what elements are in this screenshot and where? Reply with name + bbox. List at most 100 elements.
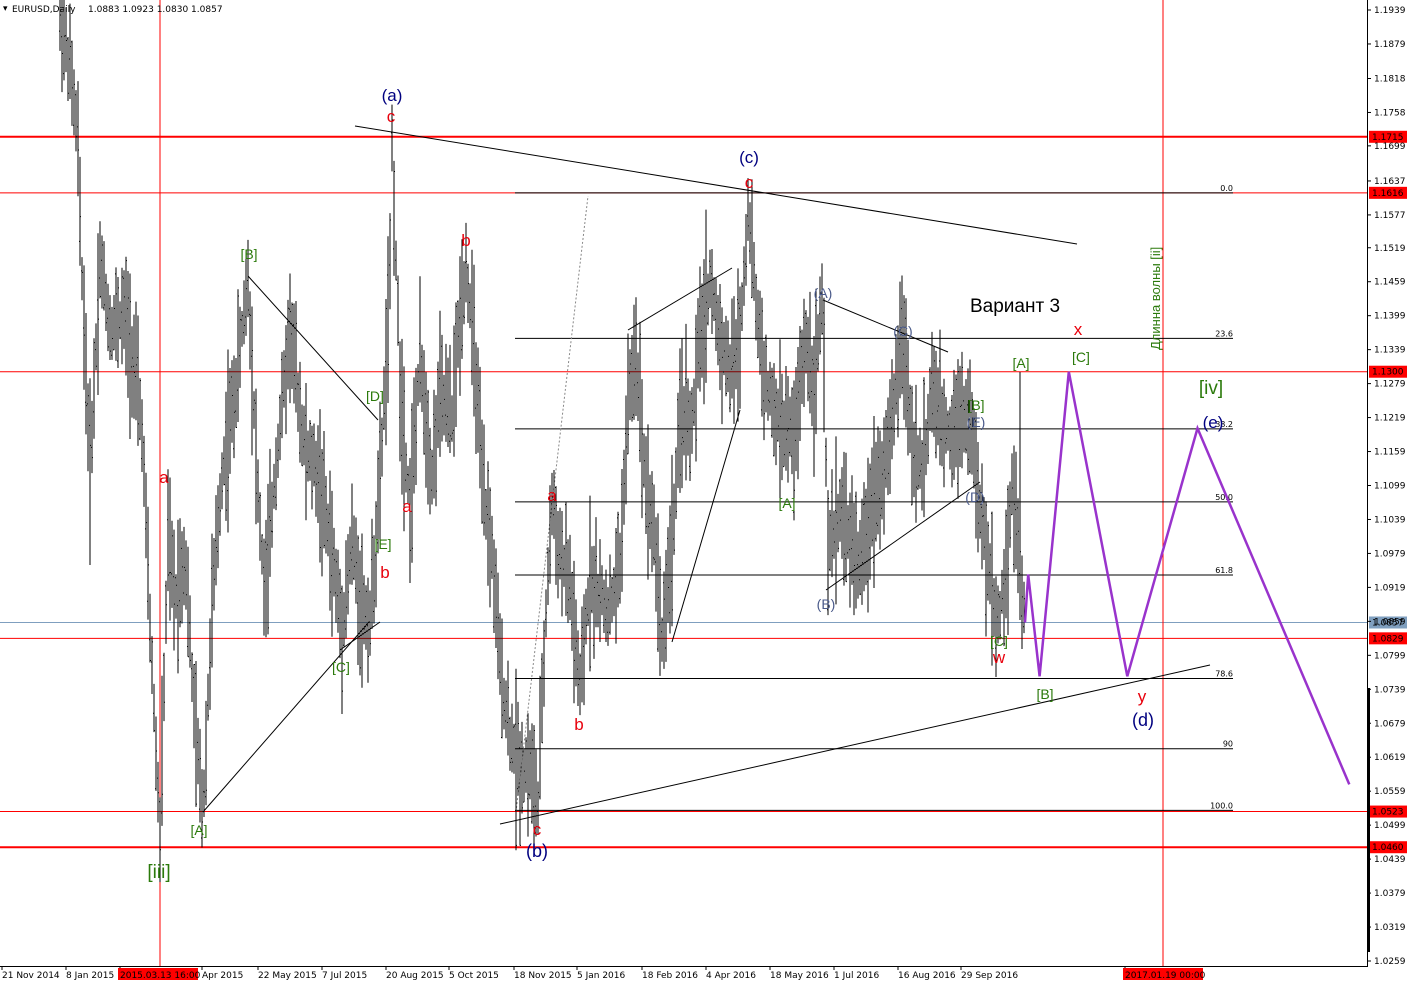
fib-label: 61.8 — [1215, 566, 1233, 575]
y-tick-label: 1.0799 — [1374, 651, 1406, 661]
x-tick-label: 8 Jan 2015 — [66, 971, 114, 981]
wave-label: w — [992, 648, 1006, 667]
x-tick-label: 18 Nov 2015 — [514, 971, 572, 981]
y-tick-label: 1.0979 — [1374, 549, 1406, 559]
fib-label: 0.0 — [1220, 184, 1233, 193]
wave-label: x — [1074, 320, 1083, 339]
price-chart[interactable]: 1.17151.16161.13001.08571.08291.05231.04… — [0, 0, 1409, 986]
wave-label: c — [533, 820, 542, 839]
wave-label: (d) — [1132, 710, 1154, 730]
y-tick-label: 1.0259 — [1374, 957, 1406, 967]
wave-length-label: Длинна волны [ii] — [1148, 247, 1163, 350]
y-tick-label: 1.0859 — [1374, 617, 1406, 627]
wave-label: [iv] — [1199, 378, 1223, 399]
wave-label: c — [387, 107, 396, 126]
variant-label: Вариант 3 — [970, 296, 1060, 317]
wave-label: [E] — [374, 536, 391, 552]
x-tick-label: 18 May 2016 — [770, 971, 829, 981]
wave-label: (E) — [967, 414, 986, 430]
wave-label: (b) — [526, 841, 548, 861]
fib-label: 50.0 — [1215, 493, 1233, 502]
y-tick-label: 1.1519 — [1374, 244, 1406, 254]
y-tick-label: 1.1939 — [1374, 6, 1406, 16]
x-tick-label: 4 Apr 2016 — [706, 971, 756, 981]
level-tag-label: 1.0460 — [1372, 843, 1404, 853]
y-tick-label: 1.1637 — [1374, 177, 1406, 187]
x-tick-label: Apr 2015 — [202, 971, 243, 981]
wave-label: (A) — [814, 285, 833, 301]
wave-label: (c) — [739, 148, 759, 167]
symbol-dropdown-icon[interactable]: ▾ — [3, 4, 8, 14]
fib-label: 23.6 — [1215, 329, 1233, 338]
wave-label: y — [1138, 687, 1147, 706]
wave-label: a — [547, 486, 557, 505]
x-tick-label: 21 Nov 2014 — [2, 971, 60, 981]
y-tick-label: 1.1219 — [1374, 414, 1406, 424]
x-tick-label: 5 Oct 2015 — [449, 971, 499, 981]
y-tick-label: 1.1039 — [1374, 515, 1406, 525]
y-tick-label: 1.1577 — [1374, 211, 1406, 221]
x-tick-label: 7 Jul 2015 — [322, 971, 367, 981]
y-tick-label: 1.0919 — [1374, 583, 1406, 593]
wave-label: [iii] — [147, 862, 170, 883]
wave-label: [C] — [1072, 349, 1090, 365]
x-tick-label: 18 Feb 2016 — [642, 971, 698, 981]
x-tick-label: 2017.01.19 00:00 — [1125, 971, 1206, 981]
wave-label: [A] — [190, 822, 207, 838]
wave-label: a — [159, 468, 169, 487]
y-tick-label: 1.1279 — [1374, 380, 1406, 390]
y-tick-label: 1.0679 — [1374, 719, 1406, 729]
y-tick-label: 1.1818 — [1374, 74, 1406, 84]
x-tick-label: 16 Aug 2016 — [898, 971, 956, 981]
y-tick-label: 1.1099 — [1374, 482, 1406, 492]
fib-label: 90 — [1223, 740, 1233, 749]
y-tick-label: 1.1459 — [1374, 278, 1406, 288]
wave-label: a — [402, 497, 412, 516]
level-tag-label: 1.1300 — [1372, 368, 1404, 378]
chart-background — [0, 0, 1409, 986]
wave-label: c — [745, 173, 754, 192]
x-tick-label: 1 Jul 2016 — [834, 971, 879, 981]
y-tick-label: 1.0319 — [1374, 923, 1406, 933]
y-tick-label: 1.1399 — [1374, 312, 1406, 322]
level-tag-label: 1.1616 — [1372, 189, 1404, 199]
wave-label: [B] — [967, 397, 984, 413]
wave-label: b — [380, 563, 389, 582]
x-tick-label: 22 May 2015 — [258, 971, 317, 981]
symbol-title: EURUSD,Daily — [12, 5, 76, 15]
level-tag-label: 1.0829 — [1372, 634, 1404, 644]
wave-label: (D) — [965, 489, 984, 505]
wave-label: b — [461, 231, 470, 250]
x-tick-label: 29 Sep 2016 — [961, 971, 1018, 981]
y-tick-label: 1.1339 — [1374, 346, 1406, 356]
x-tick-label: 2015.03.13 16:00 — [120, 971, 201, 981]
fib-label: 100.0 — [1210, 801, 1233, 810]
wave-label: [A] — [778, 495, 795, 511]
y-tick-label: 1.1159 — [1374, 448, 1406, 458]
wave-label: [A] — [1012, 355, 1029, 371]
y-tick-label: 1.0379 — [1374, 889, 1406, 899]
wave-label: [D] — [366, 388, 384, 404]
x-tick-label: 20 Aug 2015 — [386, 971, 444, 981]
y-tick-label: 1.1699 — [1374, 142, 1406, 152]
wave-label: (e) — [1203, 413, 1224, 432]
wave-label: [B] — [240, 246, 257, 262]
y-tick-label: 1.0499 — [1374, 821, 1406, 831]
level-tag-label: 1.0523 — [1372, 808, 1404, 818]
wave-label: [C] — [990, 633, 1008, 649]
y-tick-label: 1.0439 — [1374, 855, 1406, 865]
wave-label: [C] — [332, 659, 350, 675]
fib-label: 78.6 — [1215, 670, 1233, 679]
wave-label: (C) — [893, 323, 912, 339]
ohlc-values: 1.0883 1.0923 1.0830 1.0857 — [88, 5, 223, 15]
y-tick-label: 1.0559 — [1374, 787, 1406, 797]
wave-label: b — [574, 715, 583, 734]
wave-label: (B) — [817, 596, 836, 612]
y-tick-label: 1.0619 — [1374, 753, 1406, 763]
y-tick-label: 1.1758 — [1374, 108, 1406, 118]
y-tick-label: 1.0739 — [1374, 685, 1406, 695]
y-tick-label: 1.1879 — [1374, 40, 1406, 50]
wave-label: [B] — [1036, 686, 1053, 702]
wave-label: (a) — [382, 86, 403, 105]
x-tick-label: 5 Jan 2016 — [577, 971, 625, 981]
